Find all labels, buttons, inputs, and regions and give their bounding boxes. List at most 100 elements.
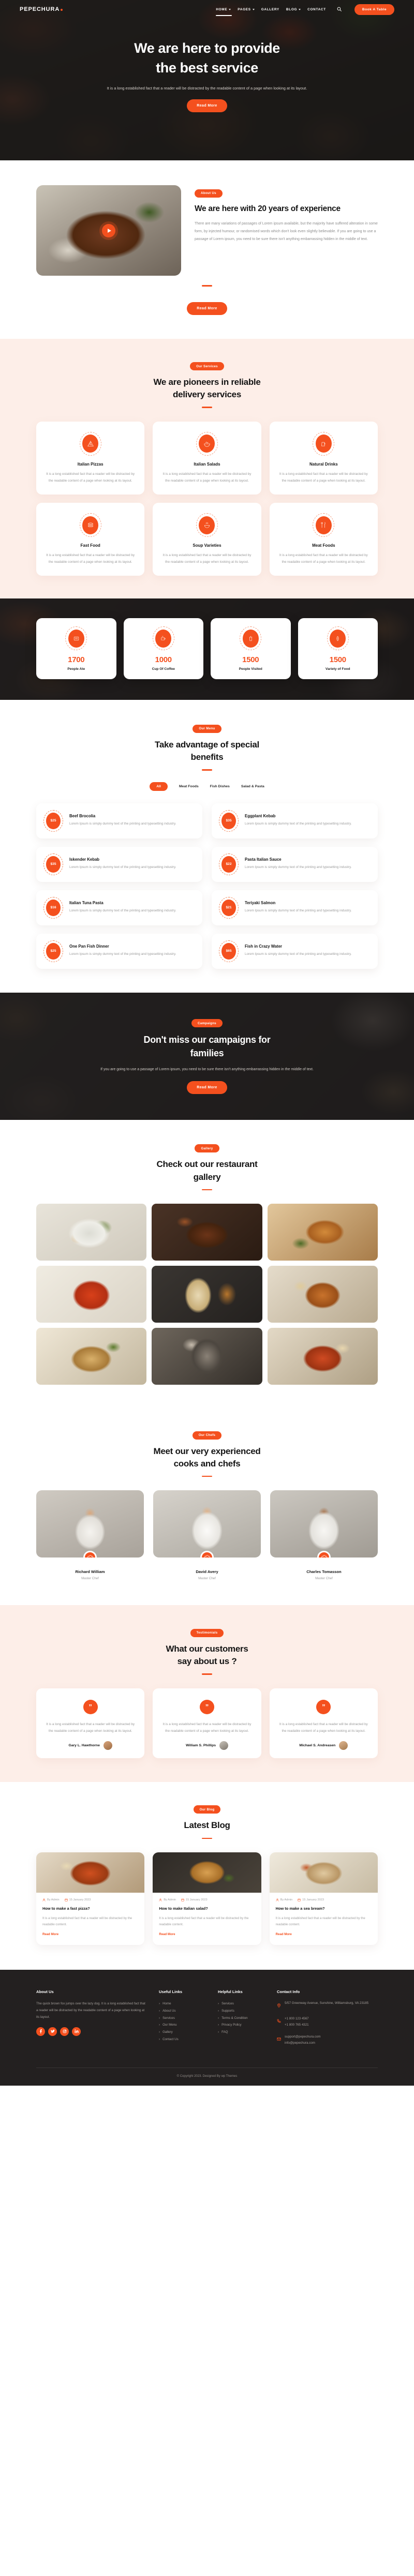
menu-item-price: $16: [46, 899, 61, 916]
menu-item-name: Pasta Italian Sauce: [245, 857, 282, 862]
footer-contact-phone[interactable]: +1 800 123 4567 +1 800 765 4321: [277, 2016, 378, 2028]
service-card[interactable]: Fast Food It is a long established fact …: [36, 503, 145, 576]
footer-link[interactable]: › About Us: [159, 2008, 206, 2015]
gallery-photo-4[interactable]: [36, 1266, 147, 1323]
blog-post-title[interactable]: How to make a sea bream?: [276, 1906, 372, 1912]
menu-item[interactable]: $22 Pasta Italian Sauce Lorem Ipsum is s…: [212, 846, 378, 882]
service-card[interactable]: Italian Salads It is a long established …: [153, 421, 261, 495]
gallery-photo-5[interactable]: [152, 1266, 262, 1323]
chef-hat-icon: [83, 1551, 97, 1558]
footer-contact-email[interactable]: support@pepechura.com info@pepechura.com: [277, 2034, 378, 2046]
blog-date: 15 January 2023: [65, 1898, 91, 1901]
site-logo[interactable]: PEPECHURA: [20, 6, 63, 12]
tab-meat-foods[interactable]: Meat Foods: [179, 782, 199, 791]
tab-fish-dishes[interactable]: Fish Dishes: [210, 782, 230, 791]
tab-all[interactable]: All: [150, 782, 168, 791]
service-desc: It is a long established fact that a rea…: [162, 472, 252, 483]
avatar: [219, 1741, 229, 1750]
footer-link[interactable]: › Supports: [218, 2008, 265, 2015]
chef-card[interactable]: David Avery Master Chef: [153, 1490, 261, 1580]
testimonial-card: ” It is a long established fact that a r…: [269, 1688, 378, 1758]
menu-item-name: Beef Brocolia: [69, 814, 96, 819]
gallery-photo-6[interactable]: [267, 1266, 378, 1323]
menu-item[interactable]: $35 Eggplant Kebab Lorem Ipsum is simply…: [212, 803, 378, 838]
hero-read-more-button[interactable]: Read More: [187, 99, 227, 113]
menu-price-ring: $22: [219, 853, 239, 875]
blog-read-more-link[interactable]: Read More: [42, 1933, 58, 1936]
nav-item-pages[interactable]: PAGES: [238, 6, 255, 13]
gallery-photo-2[interactable]: [152, 1204, 262, 1261]
footer-link[interactable]: › Services: [159, 2015, 206, 2022]
menu-item-price: $22: [221, 856, 236, 873]
nav-label-blog: BLOG: [286, 7, 298, 11]
service-icon-ring: [79, 431, 101, 456]
blog-thumbnail: [269, 1852, 378, 1893]
counter-label: People Visited: [239, 667, 262, 671]
search-icon[interactable]: [337, 5, 342, 14]
chef-card[interactable]: Richard William Master Chef: [36, 1490, 144, 1580]
menu-item[interactable]: $16 Italian Tuna Pasta Lorem Ipsum is si…: [36, 890, 202, 925]
linkedin-icon[interactable]: [72, 2027, 81, 2036]
menu-items-grid: $25 Beef Brocolia Lorem Ipsum is simply …: [36, 803, 378, 969]
menu-item[interactable]: $21 Teriyaki Salmon Lorem Ipsum is simpl…: [212, 890, 378, 925]
campaign-read-more-button[interactable]: Read More: [187, 1081, 227, 1094]
blog-card[interactable]: By Admin 15 January 2023 How to make a f…: [36, 1852, 145, 1945]
service-desc: It is a long established fact that a rea…: [46, 472, 135, 483]
footer-link[interactable]: › Privacy Policy: [218, 2021, 265, 2029]
gallery-photo-9[interactable]: [267, 1328, 378, 1385]
play-video-button[interactable]: [102, 223, 115, 237]
footer-link[interactable]: › FAQ: [218, 2029, 265, 2036]
main-navigation: HOME PAGES GALLERY BLOG CONTACT Book A T…: [216, 4, 394, 16]
book-a-table-button[interactable]: Book A Table: [354, 4, 394, 15]
blog-card[interactable]: By Admin 15 January 2023 How to make Ita…: [153, 1852, 261, 1945]
blog-post-title[interactable]: How to make a fast pizza?: [42, 1906, 138, 1912]
menu-item[interactable]: $25 Beef Brocolia Lorem Ipsum is simply …: [36, 803, 202, 838]
services-section: Our Services We are pioneers in reliable…: [0, 338, 414, 599]
about-paragraph: There are many variations of passages of…: [195, 221, 378, 241]
menu-title-line1: Take advantage of special: [155, 739, 259, 750]
gallery-photo-1[interactable]: [36, 1204, 147, 1261]
testimonial-text: It is a long established fact that a rea…: [279, 1722, 368, 1733]
gallery-photo-7[interactable]: [36, 1328, 147, 1385]
blog-read-more-link[interactable]: Read More: [159, 1933, 175, 1936]
site-footer: About Us The quick brown fox jumps over …: [0, 1969, 414, 2086]
service-card[interactable]: Italian Pizzas It is a long established …: [36, 421, 145, 495]
menu-item[interactable]: $65 Fish in Crazy Water Lorem Ipsum is s…: [212, 933, 378, 969]
gallery-photo-8[interactable]: [152, 1328, 262, 1385]
instagram-icon[interactable]: [60, 2027, 69, 2036]
chef-hat-icon: [317, 1551, 331, 1558]
menu-item[interactable]: $25 One Pan Fish Dinner Lorem Ipsum is s…: [36, 933, 202, 969]
footer-link[interactable]: › Our Menu: [159, 2021, 206, 2029]
nav-item-contact[interactable]: CONTACT: [307, 6, 326, 13]
chef-card[interactable]: Charles Tomasson Master Chef: [270, 1490, 378, 1580]
blog-post-desc: It is a long established fact that a rea…: [159, 1916, 249, 1926]
service-card[interactable]: Soup Varieties It is a long established …: [153, 503, 261, 576]
service-card[interactable]: Natural Drinks It is a long established …: [269, 421, 378, 495]
menu-item[interactable]: $35 Iskender Kebab Lorem Ipsum is simply…: [36, 846, 202, 882]
chefs-divider: [202, 1475, 212, 1477]
footer-link[interactable]: › Services: [218, 2000, 265, 2008]
footer-link[interactable]: › Contact Us: [159, 2036, 206, 2043]
nav-item-gallery[interactable]: GALLERY: [261, 6, 279, 13]
footer-link[interactable]: › Gallery: [159, 2029, 206, 2036]
blog-post-title[interactable]: How to make Italian salad?: [159, 1906, 255, 1912]
nav-item-home[interactable]: HOME: [216, 6, 232, 16]
twitter-icon[interactable]: [48, 2027, 57, 2036]
service-card[interactable]: Meat Foods It is a long established fact…: [269, 503, 378, 576]
facebook-icon[interactable]: [36, 2027, 45, 2036]
about-read-more-button[interactable]: Read More: [187, 302, 227, 315]
nav-item-blog[interactable]: BLOG: [286, 6, 301, 13]
menu-item-desc: Lorem Ipsum is simply dummy text of the …: [69, 909, 176, 913]
avatar: [103, 1741, 112, 1750]
nav-label-contact: CONTACT: [307, 7, 326, 11]
counter-icon-ring: [152, 626, 174, 651]
blog-card[interactable]: By Admin 15 January 2023 How to make a s…: [269, 1852, 378, 1945]
menu-item-desc: Lorem Ipsum is simply dummy text of the …: [69, 822, 176, 826]
footer-link[interactable]: › Terms & Condition: [218, 2015, 265, 2022]
blog-read-more-link[interactable]: Read More: [276, 1933, 292, 1936]
footer-link[interactable]: › Home: [159, 2000, 206, 2008]
tab-salad-pasta[interactable]: Salad & Pasta: [241, 782, 264, 791]
gallery-photo-3[interactable]: [267, 1204, 378, 1261]
quote-icon: ”: [316, 1699, 331, 1714]
testimonials-title-line1: What our customers: [166, 1643, 248, 1654]
